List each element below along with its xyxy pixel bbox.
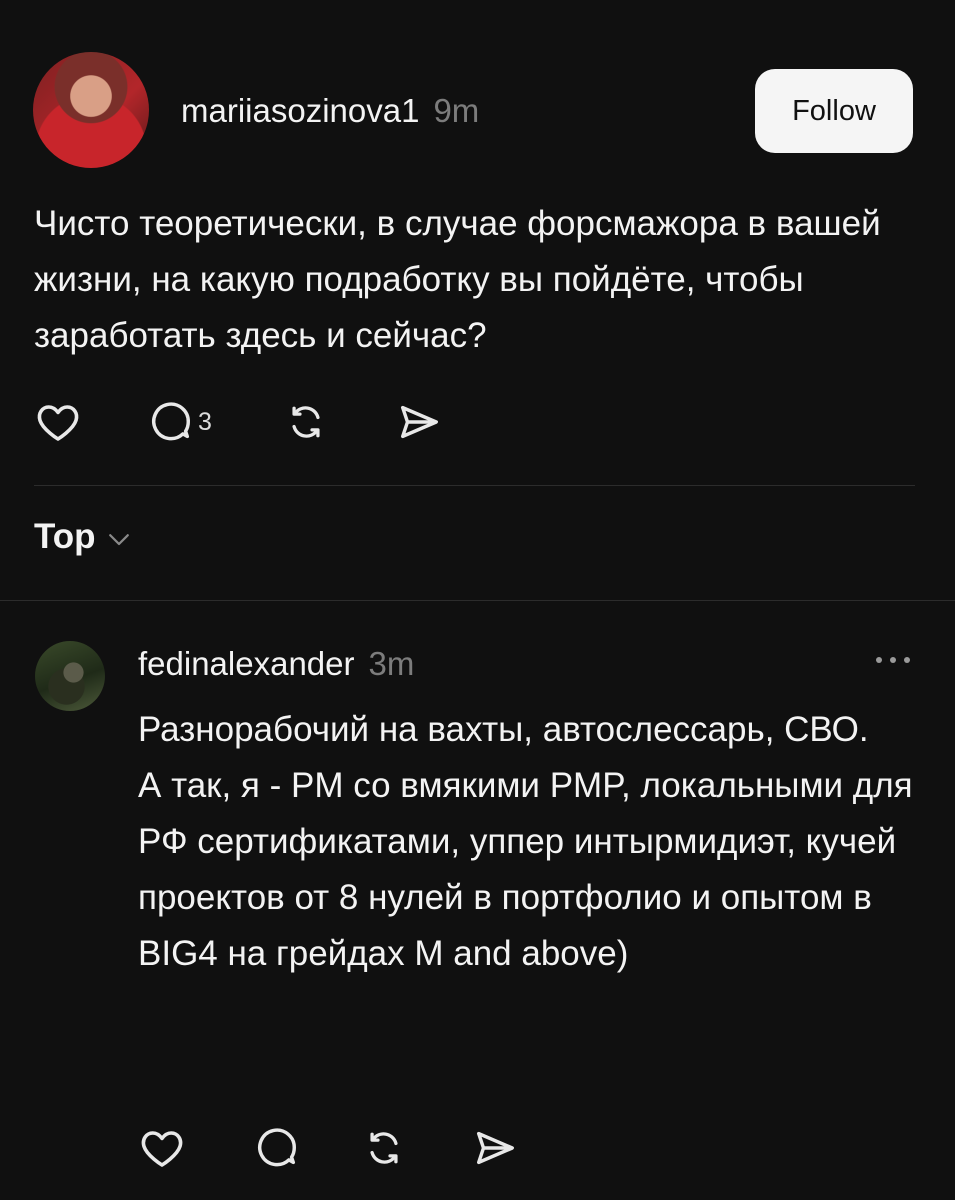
- follow-button[interactable]: Follow: [755, 69, 913, 153]
- more-options-button[interactable]: [871, 648, 915, 677]
- reply-count: 3: [198, 407, 212, 436]
- reply-timestamp: 3m: [368, 645, 415, 682]
- reply-actions: [138, 1124, 518, 1172]
- post-divider: [34, 485, 915, 486]
- reply-author-avatar[interactable]: [35, 641, 105, 711]
- sort-dropdown[interactable]: Top: [34, 517, 134, 557]
- author-username[interactable]: mariiasozinova1: [181, 92, 419, 129]
- reply-header: fedinalexander 3m: [138, 645, 414, 683]
- sort-label: Top: [34, 517, 96, 556]
- reply-text: Разнорабочий на вахты, автослесcарь, СВО…: [138, 710, 913, 973]
- repost-icon: [292, 406, 320, 438]
- reply-share-button[interactable]: [472, 1125, 518, 1171]
- reply-author-username[interactable]: fedinalexander: [138, 645, 355, 682]
- send-icon: [400, 405, 438, 439]
- post-header: mariiasozinova1 9m: [181, 92, 479, 130]
- more-icon: [876, 657, 910, 663]
- post-timestamp: 9m: [433, 92, 480, 129]
- comment-icon: [258, 1128, 296, 1167]
- repost-button[interactable]: [284, 400, 396, 444]
- post-actions: 3: [34, 398, 442, 446]
- author-avatar[interactable]: [33, 52, 149, 168]
- reply-button[interactable]: 3: [148, 399, 284, 445]
- chevron-down-icon: [108, 534, 129, 546]
- send-icon: [476, 1131, 514, 1165]
- section-divider: [0, 600, 955, 601]
- reply-repost-button[interactable]: [362, 1126, 472, 1170]
- heart-icon: [141, 1131, 183, 1167]
- comment-icon: [152, 402, 190, 441]
- heart-icon: [37, 405, 79, 441]
- like-button[interactable]: [34, 398, 148, 446]
- post-text: Чисто теоретически, в случае форсмажора …: [34, 204, 881, 355]
- share-button[interactable]: [396, 399, 442, 445]
- reply-like-button[interactable]: [138, 1124, 254, 1172]
- repost-icon: [370, 1132, 398, 1164]
- reply-reply-button[interactable]: [254, 1125, 362, 1171]
